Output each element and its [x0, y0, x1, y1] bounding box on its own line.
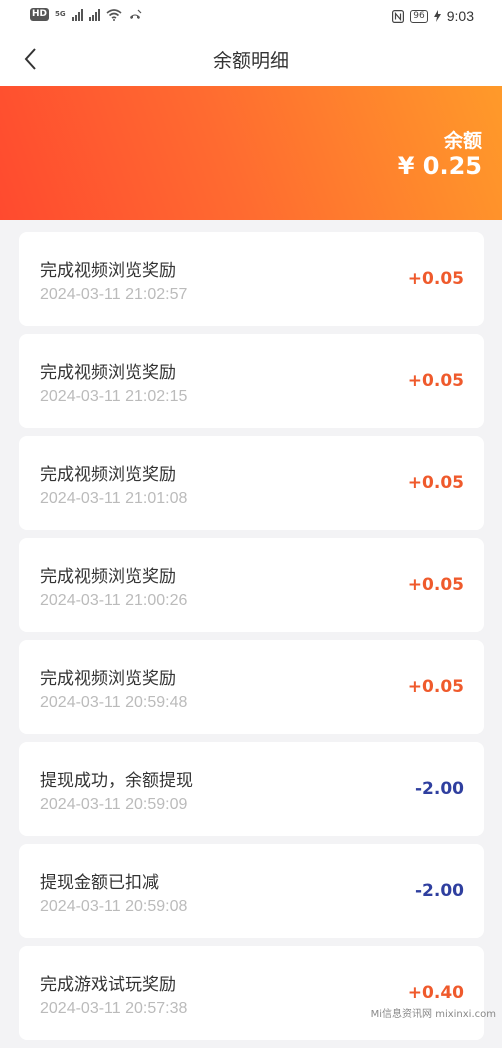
clock: 9:03 — [446, 8, 474, 24]
transaction-amount: +0.05 — [407, 371, 464, 391]
transaction-amount: +0.05 — [407, 677, 464, 697]
status-bar-right: 96 9:03 — [392, 8, 474, 24]
transaction-title: 完成视频浏览奖励 — [40, 567, 176, 587]
watermark: Mi信息资讯网 mixinxi.com — [370, 1009, 496, 1020]
nfc-icon — [392, 9, 405, 23]
transaction-amount: -2.00 — [415, 881, 464, 901]
transaction-row[interactable]: 完成视频浏览奖励 2024-03-11 21:01:08 +0.05 — [19, 436, 484, 530]
transaction-time: 2024-03-11 20:59:08 — [40, 898, 188, 915]
transaction-title: 完成游戏试玩奖励 — [40, 975, 176, 995]
transaction-row[interactable]: 完成游戏试玩奖励 2024-03-11 20:57:38 +0.40 — [19, 946, 484, 1040]
charging-icon — [433, 10, 441, 22]
signal-icon — [71, 8, 83, 21]
transaction-amount: +0.05 — [407, 575, 464, 595]
balance-label: 余额 — [443, 130, 482, 152]
wifi-icon — [106, 8, 122, 21]
battery-level: 96 — [410, 9, 428, 23]
transaction-time: 2024-03-11 21:02:15 — [40, 388, 188, 405]
transaction-title: 提现金额已扣减 — [40, 873, 159, 893]
no-call-icon — [129, 9, 142, 19]
nav-bar: 余额明细 — [0, 32, 502, 86]
transaction-amount: +0.40 — [407, 983, 464, 1003]
transaction-row[interactable]: 完成视频浏览奖励 2024-03-11 20:59:48 +0.05 — [19, 640, 484, 734]
transaction-title: 完成视频浏览奖励 — [40, 261, 176, 281]
transaction-amount: +0.05 — [407, 473, 464, 493]
signal-2-icon — [88, 8, 100, 21]
transaction-time: 2024-03-11 20:57:38 — [40, 1000, 188, 1017]
transaction-time: 2024-03-11 21:00:26 — [40, 592, 188, 609]
transaction-row[interactable]: 提现金额已扣减 2024-03-11 20:59:08 -2.00 — [19, 844, 484, 938]
transaction-title: 完成视频浏览奖励 — [40, 465, 176, 485]
transaction-title: 完成视频浏览奖励 — [40, 669, 176, 689]
transaction-amount: -2.00 — [415, 779, 464, 799]
balance-banner: 余额 ¥ 0.25 — [0, 86, 502, 220]
status-bar: HD 5G 96 9:03 — [0, 0, 502, 32]
transaction-row[interactable]: 完成视频浏览奖励 2024-03-11 21:02:57 +0.05 — [19, 232, 484, 326]
transaction-amount: +0.05 — [407, 269, 464, 289]
page-title: 余额明细 — [212, 50, 289, 72]
transaction-list: 完成视频浏览奖励 2024-03-11 21:02:57 +0.05 完成视频浏… — [19, 232, 484, 1048]
transaction-time: 2024-03-11 20:59:09 — [40, 796, 188, 813]
hd-badge: HD — [30, 8, 50, 21]
transaction-time: 2024-03-11 21:01:08 — [40, 490, 188, 507]
transaction-time: 2024-03-11 20:59:48 — [40, 694, 188, 711]
status-bar-left: HD 5G — [30, 8, 142, 21]
transaction-row[interactable]: 提现成功，余额提现 2024-03-11 20:59:09 -2.00 — [19, 742, 484, 836]
transaction-row[interactable]: 完成视频浏览奖励 2024-03-11 21:02:15 +0.05 — [19, 334, 484, 428]
transaction-time: 2024-03-11 21:02:57 — [40, 286, 188, 303]
transaction-title: 完成视频浏览奖励 — [40, 363, 176, 383]
transaction-row[interactable]: 完成视频浏览奖励 2024-03-11 21:00:26 +0.05 — [19, 538, 484, 632]
transaction-title: 提现成功，余额提现 — [40, 771, 193, 791]
balance-amount: ¥ 0.25 — [397, 152, 482, 180]
network-type: 5G — [55, 10, 66, 18]
